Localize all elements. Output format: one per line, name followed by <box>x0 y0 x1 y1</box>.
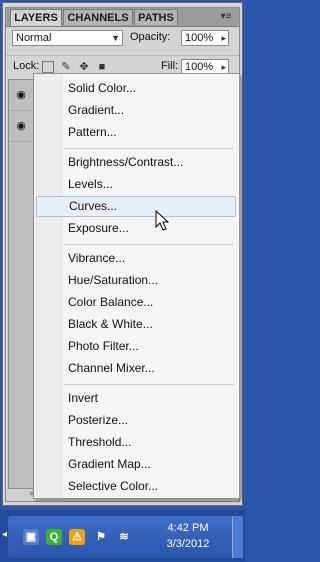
opacity-value: 100% <box>185 32 214 44</box>
fill-label: Fill: <box>161 60 179 72</box>
menu-item-hue-saturation[interactable]: Hue/Saturation... <box>36 270 236 291</box>
quicktime-icon[interactable]: Q <box>46 529 62 545</box>
menu-item-levels[interactable]: Levels... <box>36 174 236 195</box>
tab-layers[interactable]: LAYERS <box>10 9 62 26</box>
clock[interactable]: 4:42 PM 3/3/2012 <box>158 520 218 552</box>
opacity-label: Opacity: <box>130 31 171 43</box>
taskbar: ◂ ▣ Q ⚠ ⚑ ≋ 4:42 PM 3/3/2012 <box>0 510 245 562</box>
eye-icon[interactable]: ◉ <box>13 87 29 103</box>
chevron-down-icon: ▼ <box>111 33 120 43</box>
mouse-cursor-icon <box>155 210 169 231</box>
menu-item-curves[interactable]: Curves... <box>36 196 236 217</box>
system-tray: ◂ ▣ Q ⚠ ⚑ ≋ 4:42 PM 3/3/2012 <box>2 516 243 558</box>
adjustment-layer-menu: Solid Color... Gradient... Pattern... Br… <box>33 73 240 499</box>
lock-transparent-icon[interactable] <box>42 61 54 73</box>
lock-brush-icon[interactable]: ✎ <box>60 61 72 73</box>
menu-item-selective-color[interactable]: Selective Color... <box>36 476 236 497</box>
panel-tab-bar: LAYERS CHANNELS PATHS ▾≡ <box>6 8 239 27</box>
wifi-icon[interactable]: ≋ <box>116 529 132 545</box>
blend-row: Normal ▼ Opacity: 100% ▸ <box>6 27 239 49</box>
menu-item-vibrance[interactable]: Vibrance... <box>36 248 236 269</box>
chevron-right-icon: ▸ <box>221 62 226 72</box>
flag-icon[interactable]: ⚑ <box>93 529 109 545</box>
blend-mode-select[interactable]: Normal ▼ <box>12 30 123 46</box>
lock-move-icon[interactable]: ✥ <box>78 61 90 73</box>
menu-item-exposure[interactable]: Exposure... <box>36 218 236 239</box>
menu-separator <box>64 244 234 245</box>
tab-paths[interactable]: PATHS <box>134 9 178 25</box>
opacity-field[interactable]: 100% ▸ <box>181 30 229 46</box>
menu-item-posterize[interactable]: Posterize... <box>36 410 236 431</box>
show-desktop-button[interactable] <box>232 516 243 558</box>
blend-mode-value: Normal <box>16 32 52 44</box>
panel-menu-icon[interactable]: ▾≡ <box>216 10 236 23</box>
menu-item-gradient[interactable]: Gradient... <box>36 100 236 121</box>
fill-value: 100% <box>185 61 214 73</box>
menu-item-pattern[interactable]: Pattern... <box>36 122 236 143</box>
menu-item-brightness-contrast[interactable]: Brightness/Contrast... <box>36 152 236 173</box>
menu-item-color-balance[interactable]: Color Balance... <box>36 292 236 313</box>
menu-item-channel-mixer[interactable]: Channel Mixer... <box>36 358 236 379</box>
menu-item-invert[interactable]: Invert <box>36 388 236 409</box>
chevron-right-icon: ▸ <box>221 33 226 43</box>
lock-all-icon[interactable]: ■ <box>96 61 108 73</box>
menu-item-black-white[interactable]: Black & White... <box>36 314 236 335</box>
eye-icon[interactable]: ◉ <box>13 118 29 134</box>
menu-item-threshold[interactable]: Threshold... <box>36 432 236 453</box>
menu-item-solid-color[interactable]: Solid Color... <box>36 78 236 99</box>
menu-separator <box>64 148 234 149</box>
menu-separator <box>64 384 234 385</box>
menu-item-photo-filter[interactable]: Photo Filter... <box>36 336 236 357</box>
clock-date: 3/3/2012 <box>166 538 210 550</box>
tray-expand-icon[interactable]: ◂ <box>2 529 7 540</box>
security-warning-icon[interactable]: ⚠ <box>69 529 85 545</box>
tab-channels[interactable]: CHANNELS <box>63 9 133 25</box>
network-icon[interactable]: ▣ <box>23 529 39 545</box>
lock-label: Lock: <box>13 60 40 72</box>
clock-time: 4:42 PM <box>167 522 209 534</box>
menu-item-gradient-map[interactable]: Gradient Map... <box>36 454 236 475</box>
